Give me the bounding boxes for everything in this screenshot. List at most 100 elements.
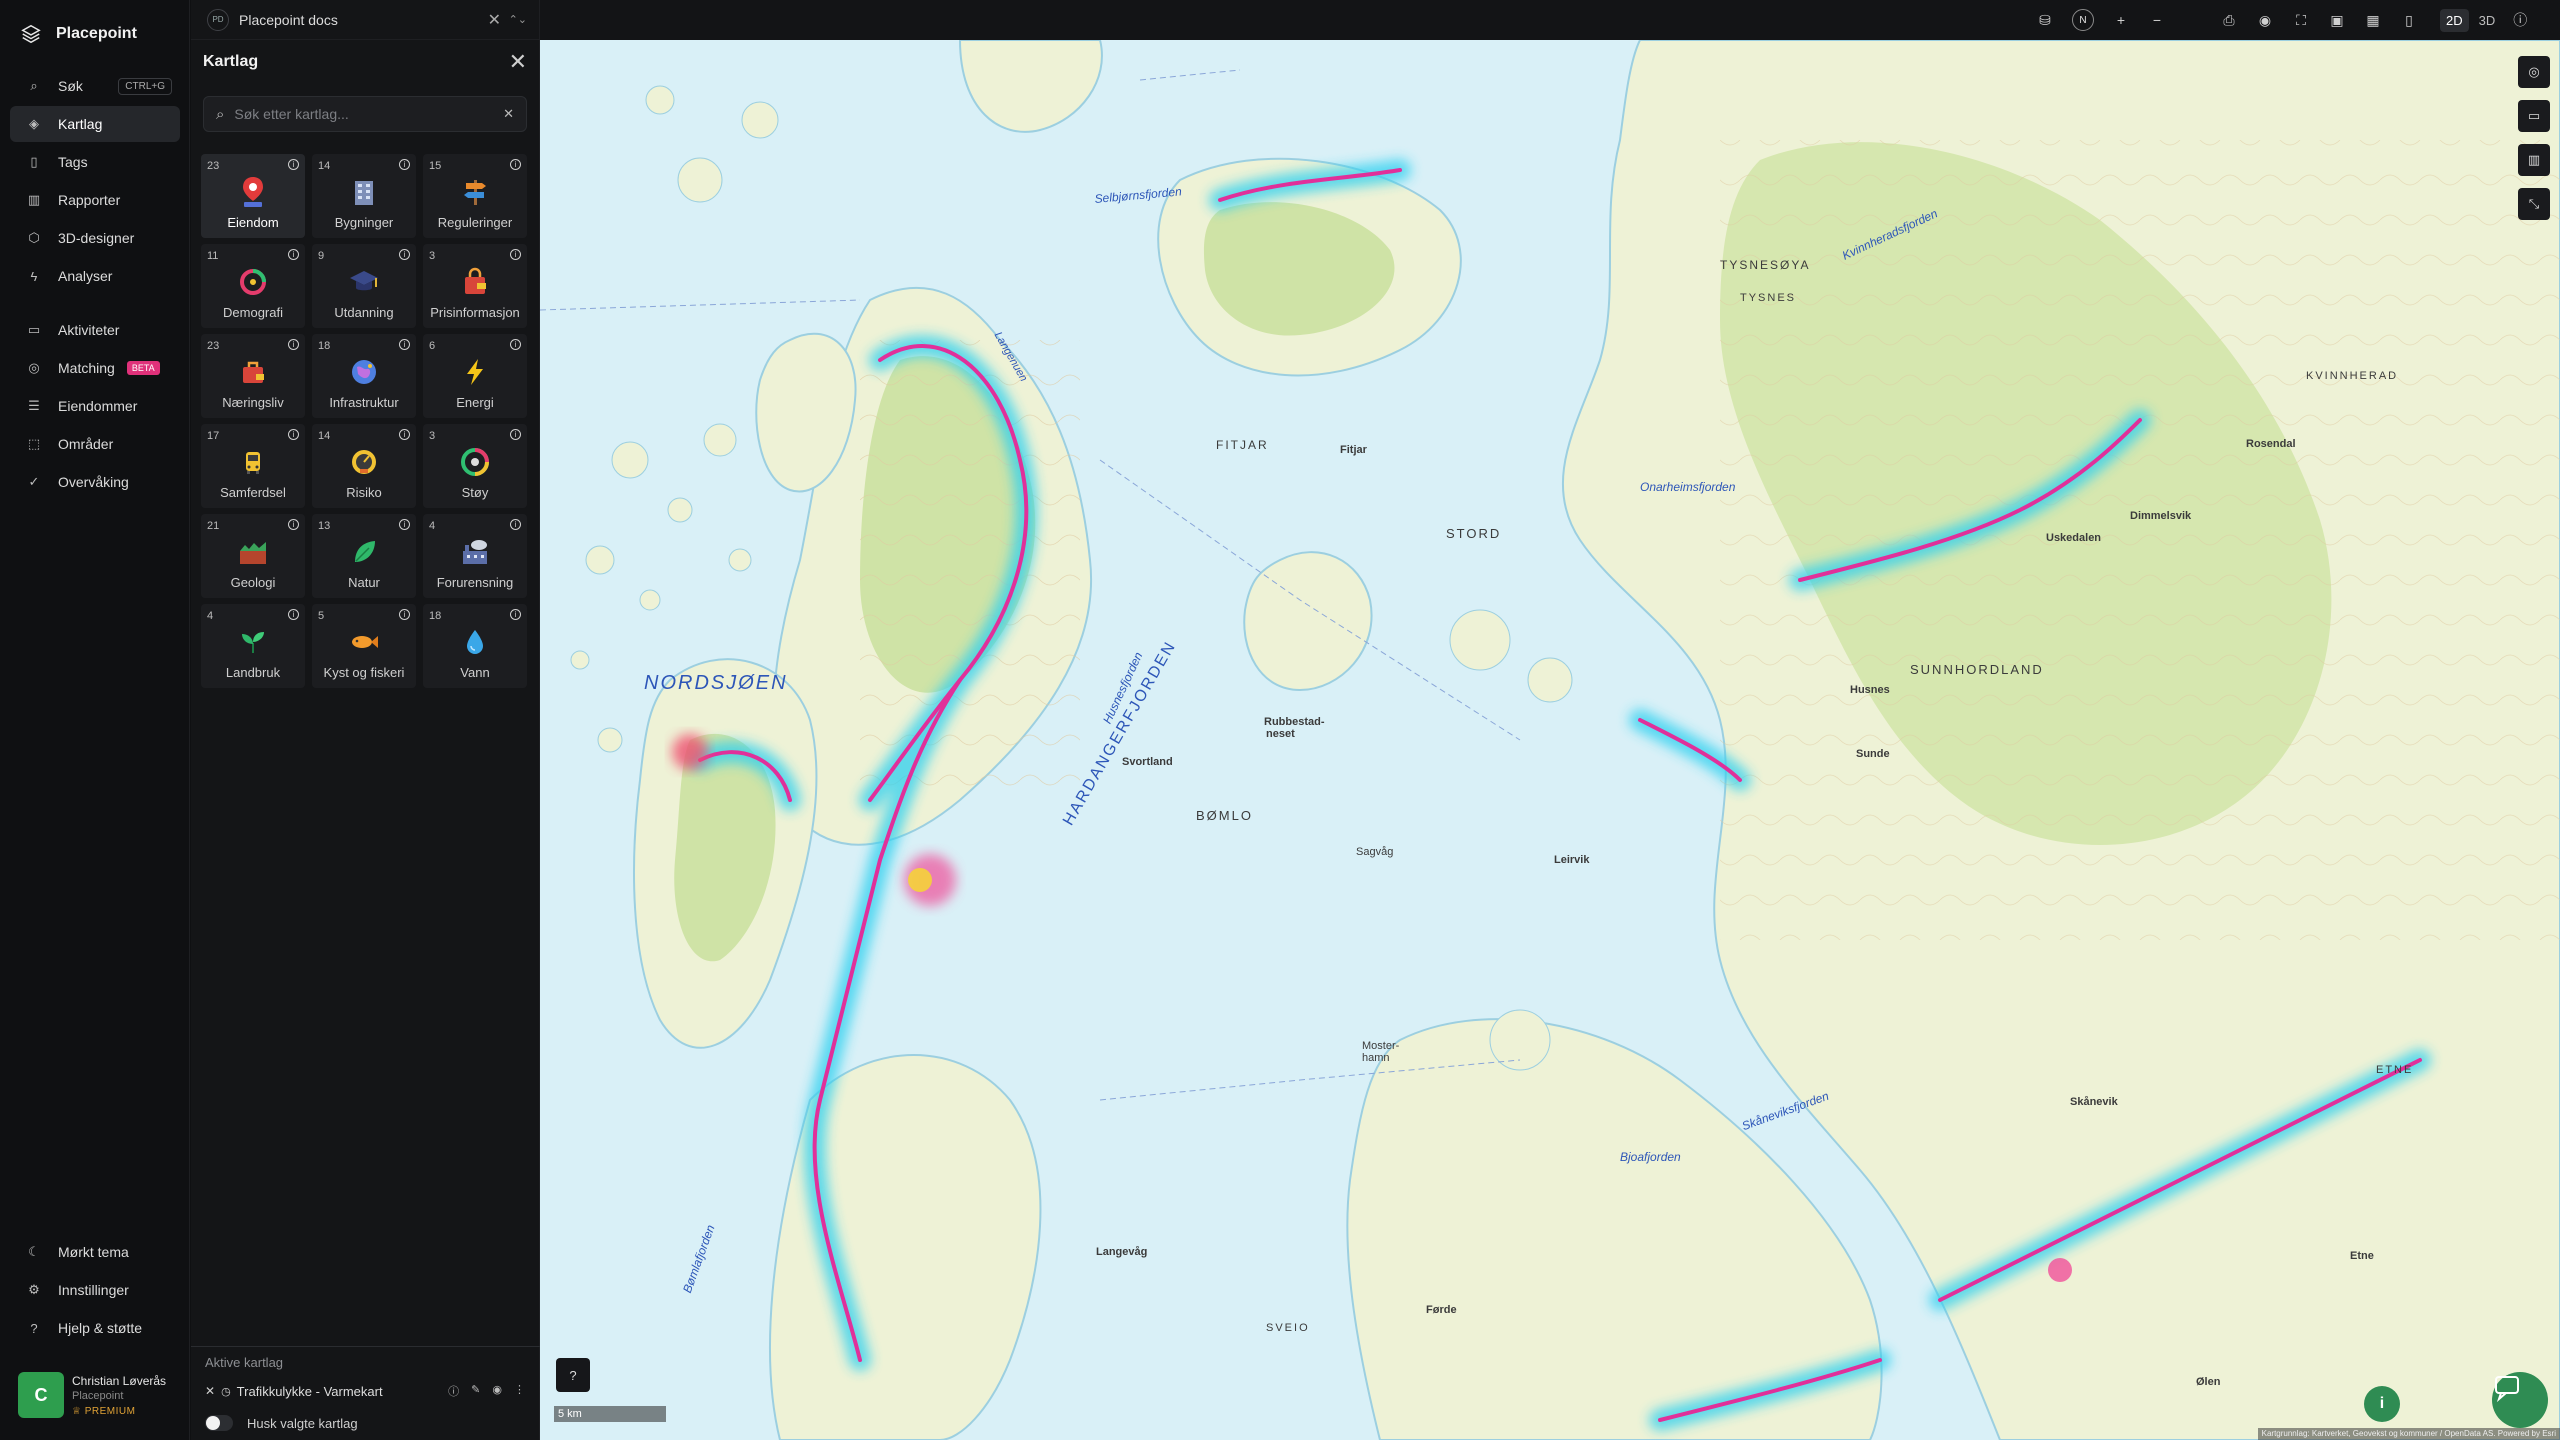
user-profile[interactable]: C Christian Løverås Placepoint ♕ PREMIUM — [18, 1372, 178, 1420]
panel-title: Kartlag — [203, 53, 259, 70]
view-3d-button[interactable]: 3D — [2473, 9, 2502, 32]
info-icon[interactable]: i — [288, 249, 299, 260]
lightning-icon — [458, 355, 492, 389]
north-arrow-icon[interactable]: N — [2072, 9, 2094, 31]
category-tile-risiko[interactable]: 14 i Risiko — [312, 424, 416, 508]
route-tool-icon[interactable]: ⤡ — [2518, 188, 2550, 220]
category-tile-samferdsel[interactable]: 17 i Samferdsel — [201, 424, 305, 508]
category-tile-naeringsliv[interactable]: 23 i Næringsliv — [201, 334, 305, 418]
nav-item-search[interactable]: ⌕ Søk CTRL+G — [10, 68, 180, 104]
category-tile-utdanning[interactable]: 9 i Utdanning — [312, 244, 416, 328]
clear-search-icon[interactable]: ✕ — [503, 106, 514, 122]
nav-item-matching[interactable]: ◎ Matching BETA — [10, 350, 180, 386]
layers-tool-icon[interactable]: ◎ — [2518, 56, 2550, 88]
category-tile-energi[interactable]: 6 i Energi — [423, 334, 527, 418]
info-icon[interactable]: i — [399, 519, 410, 530]
remember-layers-toggle[interactable] — [205, 1415, 233, 1431]
nav-item-rapporter[interactable]: ▥ Rapporter — [10, 182, 180, 218]
nav-item-dark-theme[interactable]: ☾ Mørkt tema — [10, 1234, 180, 1270]
info-icon[interactable]: i — [399, 429, 410, 440]
visibility-icon[interactable]: ◉ — [492, 1383, 502, 1399]
chart-tool-icon[interactable]: ▥ — [2518, 144, 2550, 176]
chat-icon: ▭ — [27, 322, 41, 337]
info-icon[interactable]: i — [399, 159, 410, 170]
category-tile-vann[interactable]: 18 i Vann — [423, 604, 527, 688]
info-icon[interactable]: i — [288, 609, 299, 620]
nav-item-aktiviteter[interactable]: ▭ Aktiviteter — [10, 312, 180, 348]
info-icon[interactable]: ⓘ — [448, 1383, 459, 1399]
map-help-button[interactable]: ? — [556, 1358, 590, 1392]
category-tile-kyst-og-fiskeri[interactable]: 5 i Kyst og fiskeri — [312, 604, 416, 688]
chat-button[interactable] — [2492, 1372, 2548, 1428]
more-icon[interactable]: ⋮ — [514, 1383, 525, 1399]
info-icon[interactable]: i — [399, 609, 410, 620]
remember-layers-toggle-row: Husk valgte kartlag — [205, 1415, 358, 1431]
nav-item-tags[interactable]: ▯ Tags — [10, 144, 180, 180]
land-skorpa — [1243, 551, 1373, 692]
brand[interactable]: Placepoint — [20, 18, 137, 50]
category-tile-bygninger[interactable]: 14 i Bygninger — [312, 154, 416, 238]
category-tile-stoy[interactable]: 3 i Støy — [423, 424, 527, 508]
info-icon[interactable]: i — [2364, 1386, 2400, 1422]
info-icon[interactable]: i — [510, 249, 521, 260]
zoom-in-icon[interactable]: + — [2112, 11, 2130, 29]
bookmark-icon[interactable]: ▯ — [2400, 11, 2418, 29]
layer-count: 15 — [429, 160, 442, 172]
bus-icon — [236, 445, 270, 479]
category-tile-demografi[interactable]: 11 i Demografi — [201, 244, 305, 328]
info-icon[interactable]: i — [510, 519, 521, 530]
check-circle-icon: ✓ — [28, 474, 40, 489]
category-tile-eiendom[interactable]: 23 i Eiendom — [201, 154, 305, 238]
nav-item-eiendommer[interactable]: ☰ Eiendommer — [10, 388, 180, 424]
remove-layer-icon[interactable]: ✕ — [205, 1384, 215, 1398]
nav-item-omrader[interactable]: ⬚ Områder — [10, 426, 180, 462]
measure-tool-icon[interactable]: ▭ — [2518, 100, 2550, 132]
view-2d-button[interactable]: 2D — [2440, 8, 2469, 32]
layer-count: 23 — [207, 340, 220, 352]
eye-icon[interactable]: ◉ — [2256, 11, 2274, 29]
print-icon[interactable]: ⎙ — [2220, 11, 2238, 29]
info-icon[interactable]: i — [510, 609, 521, 620]
zoom-out-icon[interactable]: − — [2148, 11, 2166, 29]
category-tile-forurensning[interactable]: 4 i Forurensning — [423, 514, 527, 598]
info-icon[interactable]: i — [510, 159, 521, 170]
map-canvas[interactable]: NORDSJØEN HARDANGERFJORDEN Husnesfjorden… — [540, 40, 2560, 1440]
nav-item-help[interactable]: ? Hjelp & støtte — [10, 1310, 180, 1346]
nav-item-overvaking[interactable]: ✓ Overvåking — [10, 464, 180, 500]
category-tile-reguleringer[interactable]: 15 i Reguleringer — [423, 154, 527, 238]
category-tile-geologi[interactable]: 21 i Geologi — [201, 514, 305, 598]
grid-icon[interactable]: ▦ — [2364, 11, 2382, 29]
nav-item-analyser[interactable]: ϟ Analyser — [10, 258, 180, 294]
chat-bubble-icon — [2495, 1376, 2519, 1402]
nav-item-settings[interactable]: ⚙ Innstillinger — [10, 1272, 180, 1308]
info-icon[interactable]: i — [510, 339, 521, 350]
category-tile-natur[interactable]: 13 i Natur — [312, 514, 416, 598]
category-tile-landbruk[interactable]: 4 i Landbruk — [201, 604, 305, 688]
close-panel-icon[interactable]: ✕ — [509, 49, 527, 75]
nav-item-kartlag[interactable]: ◈ Kartlag — [10, 106, 180, 142]
category-tile-prisinformasjon[interactable]: 3 i Prisinformasjon — [423, 244, 527, 328]
info-icon[interactable]: i — [399, 339, 410, 350]
left-navigation: Placepoint ⌕ Søk CTRL+G ◈ Kartlag ▯ Tags… — [0, 0, 190, 1440]
camera-icon[interactable]: ▣ — [2328, 11, 2346, 29]
info-icon[interactable]: i — [288, 339, 299, 350]
edit-icon[interactable]: ✎ — [471, 1383, 480, 1399]
chevron-updown-icon[interactable]: ⌃⌄ — [509, 13, 527, 26]
document-bar[interactable]: PD Placepoint docs ✕ ⌃⌄ — [191, 0, 539, 40]
active-layer-row[interactable]: ✕ ◷ Trafikkulykke - Varmekart ⓘ ✎ ◉ ⋮ — [201, 1377, 531, 1405]
layers-stack-icon[interactable]: ⛁ — [2036, 11, 2054, 29]
nav-item-3d-designer[interactable]: ⬡ 3D-designer — [10, 220, 180, 256]
layer-count: 18 — [318, 340, 331, 352]
category-tile-infrastruktur[interactable]: 18 i Infrastruktur — [312, 334, 416, 418]
info-icon[interactable]: i — [510, 429, 521, 440]
layer-search-input[interactable] — [234, 106, 465, 122]
fullscreen-icon[interactable]: ⛶ — [2292, 11, 2310, 29]
info-icon[interactable]: ⓘ — [2511, 11, 2529, 29]
kartlag-panel: PD Placepoint docs ✕ ⌃⌄ Kartlag ✕ ⌕ ✕ 23… — [191, 0, 540, 1440]
info-icon[interactable]: i — [288, 429, 299, 440]
nav-item-label: Kartlag — [58, 116, 103, 132]
info-icon[interactable]: i — [399, 249, 410, 260]
info-icon[interactable]: i — [288, 159, 299, 170]
info-icon[interactable]: i — [288, 519, 299, 530]
close-icon[interactable]: ✕ — [488, 10, 501, 30]
